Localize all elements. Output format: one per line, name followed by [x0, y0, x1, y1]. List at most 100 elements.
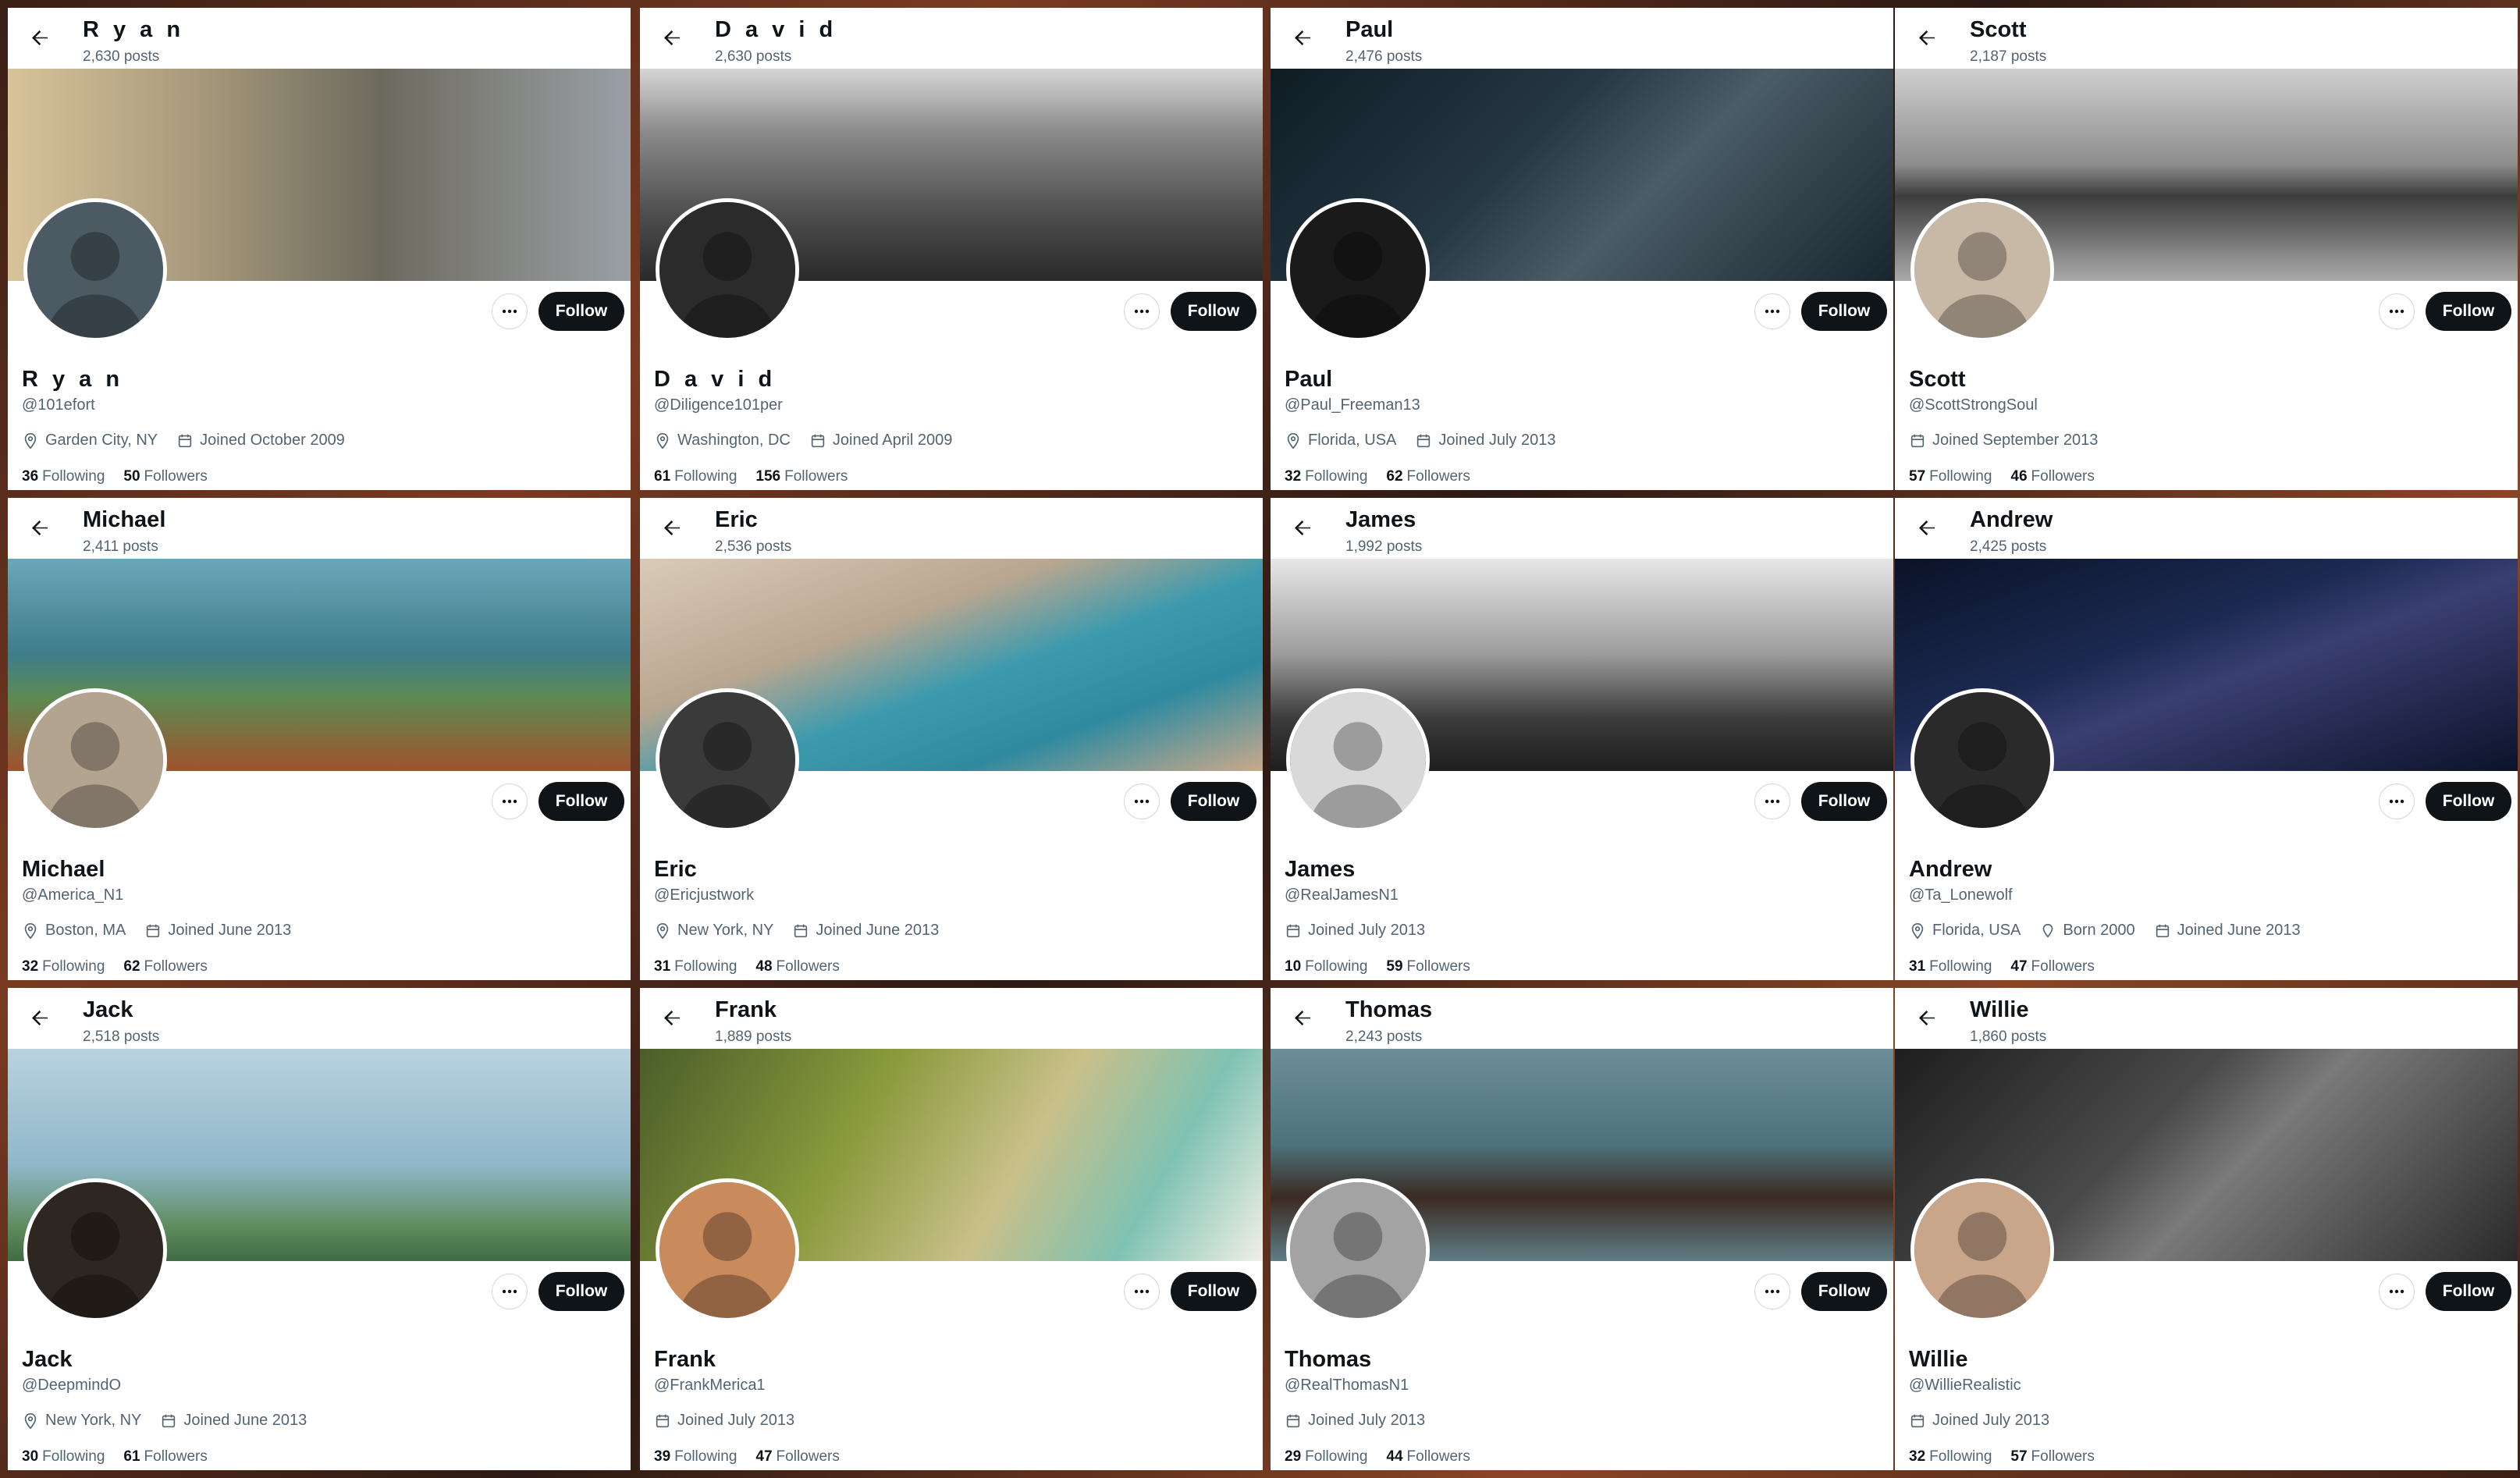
avatar[interactable]: [1910, 1178, 2054, 1322]
following-link[interactable]: 32 Following: [1909, 1448, 1992, 1466]
follow-button[interactable]: Follow: [2426, 292, 2511, 331]
following-link[interactable]: 30 Following: [22, 1448, 105, 1466]
join-date: Joined July 2013: [654, 1412, 794, 1430]
following-link[interactable]: 10 Following: [1285, 958, 1367, 975]
followers-link[interactable]: 47 Followers: [755, 1448, 839, 1466]
avatar[interactable]: [1910, 198, 2054, 342]
followers-link[interactable]: 44 Followers: [1386, 1448, 1470, 1466]
profile-header-bar: Scott 2,187 posts: [1895, 8, 2518, 69]
profile-card: Michael 2,411 posts Follow Michael @America_…: [8, 498, 631, 980]
followers-link[interactable]: 46 Followers: [2010, 468, 2094, 485]
header-display-name: R y a n: [83, 17, 185, 42]
location-icon: [654, 432, 677, 449]
join-date-text: Joined July 2013: [1308, 1412, 1426, 1429]
header-display-name: Jack: [83, 997, 133, 1022]
follow-button[interactable]: Follow: [1801, 782, 1887, 821]
profile-meta: Florida, USA Born 2000 Joined June 2013: [1909, 922, 2319, 940]
back-arrow-icon[interactable]: [1291, 517, 1314, 540]
more-options-button[interactable]: [492, 1274, 528, 1309]
more-options-button[interactable]: [1124, 293, 1160, 329]
follow-button[interactable]: Follow: [1171, 292, 1256, 331]
calendar-icon: [2154, 922, 2177, 940]
followers-link[interactable]: 47 Followers: [2010, 958, 2094, 975]
followers-label: Followers: [1406, 1448, 1470, 1465]
back-arrow-icon[interactable]: [28, 27, 52, 50]
more-options-button[interactable]: [1124, 1274, 1160, 1309]
join-date: Joined July 2013: [1909, 1412, 2049, 1430]
balloon-icon: [2039, 922, 2063, 940]
following-link[interactable]: 29 Following: [1285, 1448, 1367, 1466]
more-options-button[interactable]: [2379, 293, 2415, 329]
follow-button[interactable]: Follow: [538, 1272, 624, 1311]
following-link[interactable]: 57 Following: [1909, 468, 1992, 485]
avatar[interactable]: [1910, 688, 2054, 832]
avatar[interactable]: [23, 688, 167, 832]
followers-link[interactable]: 62 Followers: [123, 958, 207, 975]
followers-label: Followers: [776, 1448, 840, 1465]
following-link[interactable]: 31 Following: [654, 958, 737, 975]
more-options-button[interactable]: [1754, 1274, 1790, 1309]
profile-header-bar: Thomas 2,243 posts: [1271, 988, 1893, 1049]
back-arrow-icon[interactable]: [1291, 1007, 1314, 1030]
follow-button[interactable]: Follow: [2426, 1272, 2511, 1311]
post-count: 2,187 posts: [1970, 48, 2047, 65]
more-options-button[interactable]: [1124, 783, 1160, 819]
back-arrow-icon[interactable]: [28, 1007, 52, 1030]
follow-button[interactable]: Follow: [1801, 292, 1887, 331]
header-display-name: Scott: [1970, 17, 2027, 42]
follow-button[interactable]: Follow: [1801, 1272, 1887, 1311]
follow-button[interactable]: Follow: [538, 782, 624, 821]
more-options-button[interactable]: [1754, 783, 1790, 819]
avatar[interactable]: [656, 198, 799, 342]
more-options-button[interactable]: [492, 783, 528, 819]
join-date: Joined April 2009: [809, 432, 952, 449]
followers-link[interactable]: 62 Followers: [1386, 468, 1470, 485]
following-link[interactable]: 31 Following: [1909, 958, 1992, 975]
followers-link[interactable]: 48 Followers: [755, 958, 839, 975]
user-handle: @America_N1: [22, 886, 124, 904]
back-arrow-icon[interactable]: [1291, 27, 1314, 50]
avatar[interactable]: [23, 198, 167, 342]
followers-link[interactable]: 57 Followers: [2010, 1448, 2094, 1466]
following-link[interactable]: 39 Following: [654, 1448, 737, 1466]
following-link[interactable]: 36 Following: [22, 468, 105, 485]
follow-button[interactable]: Follow: [2426, 782, 2511, 821]
following-label: Following: [1305, 958, 1368, 975]
follow-button[interactable]: Follow: [1171, 1272, 1256, 1311]
back-arrow-icon[interactable]: [1915, 27, 1939, 50]
join-date: Joined July 2013: [1285, 1412, 1425, 1430]
calendar-icon: [792, 922, 816, 940]
avatar[interactable]: [1286, 198, 1430, 342]
followers-link[interactable]: 50 Followers: [123, 468, 207, 485]
follow-button[interactable]: Follow: [1171, 782, 1256, 821]
followers-link[interactable]: 61 Followers: [123, 1448, 207, 1466]
back-arrow-icon[interactable]: [28, 517, 52, 540]
following-link[interactable]: 61 Following: [654, 468, 737, 485]
avatar[interactable]: [1286, 688, 1430, 832]
avatar[interactable]: [23, 1178, 167, 1322]
followers-link[interactable]: 59 Followers: [1386, 958, 1470, 975]
back-arrow-icon[interactable]: [660, 1007, 684, 1030]
following-link[interactable]: 32 Following: [22, 958, 105, 975]
following-link[interactable]: 32 Following: [1285, 468, 1367, 485]
back-arrow-icon[interactable]: [660, 27, 684, 50]
avatar[interactable]: [1286, 1178, 1430, 1322]
more-options-button[interactable]: [2379, 1274, 2415, 1309]
followers-link[interactable]: 156 Followers: [755, 468, 848, 485]
join-date-text: Joined June 2013: [168, 922, 292, 939]
avatar[interactable]: [656, 1178, 799, 1322]
join-date: Joined September 2013: [1909, 432, 2098, 449]
more-options-button[interactable]: [2379, 783, 2415, 819]
followers-count: 47: [755, 1448, 773, 1465]
follow-stats: 31 Following 47 Followers: [1909, 958, 2113, 975]
more-options-button[interactable]: [492, 293, 528, 329]
back-arrow-icon[interactable]: [1915, 1007, 1939, 1030]
back-arrow-icon[interactable]: [1915, 517, 1939, 540]
follow-button[interactable]: Follow: [538, 292, 624, 331]
more-icon: [1132, 1282, 1151, 1301]
post-count: 2,630 posts: [715, 48, 792, 65]
avatar[interactable]: [656, 688, 799, 832]
more-options-button[interactable]: [1754, 293, 1790, 329]
back-arrow-icon[interactable]: [660, 517, 684, 540]
user-handle: @Ta_Lonewolf: [1909, 886, 2013, 904]
